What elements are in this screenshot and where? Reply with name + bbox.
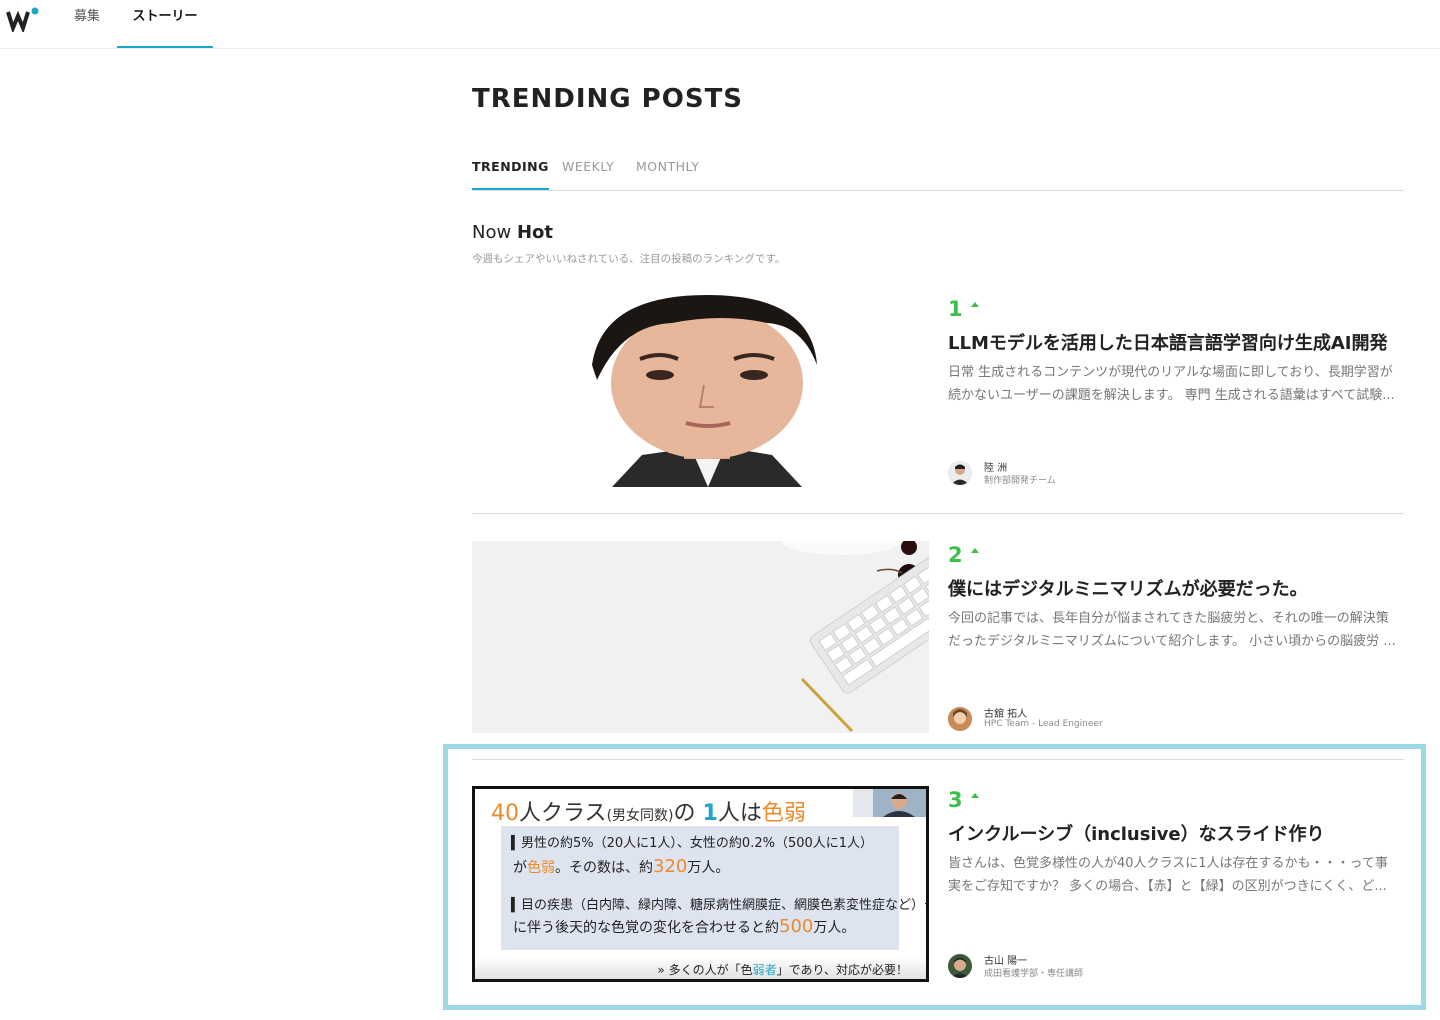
slide-l4b: 500: [779, 916, 814, 937]
post-title[interactable]: インクルーシブ（inclusive）なスライド作り: [948, 820, 1406, 846]
post-divider: [472, 513, 1404, 514]
post-title[interactable]: 僕にはデジタルミニマリズムが必要だった。: [948, 575, 1406, 601]
slide-l4c: 万人。: [813, 920, 856, 936]
excerpt-line: 続かないユーザーの課題を解決します。 専門 生成される語彙はすべて試験...: [948, 388, 1395, 403]
post-excerpt: 日常 生成されるコンテンツが現代のリアルな場面に即しており、長期学習が 続かない…: [948, 361, 1406, 407]
triangle-up-icon: [970, 301, 979, 307]
slide-foot-c: 」であり、対応が必要！: [776, 963, 908, 977]
slide-head-num: 40: [491, 801, 519, 826]
slide-head-one: 1: [702, 801, 718, 826]
section-title-prefix: Now: [472, 222, 512, 243]
post-card-2[interactable]: 2 僕にはデジタルミニマリズムが必要だった。 今回の記事では、長年自分が悩まされ…: [472, 541, 1404, 733]
slide-image: 40人クラス(男女同数)の 1人は色弱 ▍男性の約5%（20人に1人）、女性の約…: [472, 786, 929, 982]
rank-number: 3: [948, 788, 979, 812]
slide-l2c: 。その数は、約: [555, 860, 653, 876]
post-card-1[interactable]: 1 LLMモデルを活用した日本語言語学習向け生成AI開発 日常 生成されるコンテ…: [472, 295, 1404, 487]
slide-head-a: 人クラス: [519, 801, 607, 826]
tab-weekly[interactable]: WEEKLY: [562, 150, 614, 190]
tab-monthly[interactable]: MONTHLY: [636, 150, 699, 190]
slide-l2d: 320: [653, 856, 688, 877]
post-excerpt: 今回の記事では、長年自分が悩まされてきた脳疲労と、それの唯一の解決策 だったデジ…: [948, 607, 1406, 653]
post-thumbnail[interactable]: 40人クラス(男女同数)の 1人は色弱 ▍男性の約5%（20人に1人）、女性の約…: [472, 786, 929, 982]
slide-line-2: が色弱。その数は、約320万人。: [513, 856, 729, 877]
slide-line-4: に伴う後天的な色覚の変化を合わせると約500万人。: [513, 916, 855, 937]
author-name: 古山 陽一: [984, 956, 1028, 967]
post-divider: [472, 759, 1404, 760]
slide-head-b: (男女同数): [606, 808, 674, 824]
rank-value: 2: [948, 543, 963, 567]
desk-keyboard-photo: [472, 541, 929, 733]
slide-content-box: ▍男性の約5%（20人に1人）、女性の約0.2%（500人に1人） が色弱。その…: [501, 826, 926, 950]
slide-footer: » 多くの人が「色弱者」であり、対応が必要！: [657, 961, 908, 978]
portrait-photo: [472, 295, 929, 487]
author-name: 古舘 拓人: [984, 709, 1028, 720]
slide-foot-a: » 多くの人が「色: [657, 963, 753, 977]
post-card-3[interactable]: 40人クラス(男女同数)の 1人は色弱 ▍男性の約5%（20人に1人）、女性の約…: [472, 786, 1404, 982]
slide-head-c: の: [673, 801, 696, 826]
post-thumbnail[interactable]: [472, 541, 929, 733]
rank-value: 1: [948, 297, 963, 321]
post-excerpt: 皆さんは、色覚多様性の人が40人クラスに1人は存在するかも・・・って事 実をご存…: [948, 852, 1406, 898]
slide-head-e: 色弱: [761, 801, 806, 826]
slide-foot-b: 弱者: [752, 963, 777, 977]
nav-story[interactable]: ストーリー: [117, 0, 213, 48]
triangle-up-icon: [970, 792, 979, 798]
ranking-tabs: TRENDING WEEKLY MONTHLY: [472, 150, 1404, 191]
slide-head-d: 人は: [717, 801, 762, 826]
nav-recruit[interactable]: 募集: [74, 0, 100, 48]
avatar: [948, 461, 972, 485]
rank-number: 1: [948, 297, 979, 321]
author-role: 成田看護学部・専任講師: [984, 969, 1084, 979]
rank-value: 3: [948, 788, 963, 812]
excerpt-line: 日常 生成されるコンテンツが現代のリアルな場面に即しており、長期学習が: [948, 365, 1393, 380]
wantedly-logo-icon[interactable]: [6, 6, 40, 32]
post-title[interactable]: LLMモデルを活用した日本語言語学習向け生成AI開発: [948, 329, 1406, 355]
excerpt-line: だったデジタルミニマリズムについて紹介します。 小さい頃からの脳疲労 ...: [948, 634, 1396, 649]
triangle-up-icon: [970, 547, 979, 553]
speaker-camera-thumbnail: [853, 789, 926, 817]
excerpt-line: 今回の記事では、長年自分が悩まされてきた脳疲労と、それの唯一の解決策: [948, 611, 1389, 626]
avatar: [948, 707, 972, 731]
rank-number: 2: [948, 543, 979, 567]
post-thumbnail[interactable]: [472, 295, 929, 487]
section-subtitle: 今週もシェアやいいねされている、注目の投稿のランキングです。: [472, 253, 786, 265]
slide-l4a: に伴う後天的な色覚の変化を合わせると約: [513, 920, 779, 936]
slide-line-3: ▍目の疾患（白内障、緑内障、糖尿病性網膜症、網膜色素変性症など）や加齢: [511, 898, 929, 913]
author-role: 制作部開発チーム: [984, 476, 1056, 486]
tab-trending[interactable]: TRENDING: [472, 150, 549, 190]
excerpt-line: 実をご存知ですか？ 多くの場合、【赤】と【緑】の区別がつきにくく、ど...: [948, 879, 1387, 894]
author-role: HPC Team - Lead Engineer: [984, 719, 1103, 729]
author-name: 陸 洲: [984, 463, 1008, 474]
page-title: TRENDING POSTS: [472, 84, 744, 114]
top-header: 募集 ストーリー: [0, 0, 1440, 49]
slide-l2e: 万人。: [687, 860, 730, 876]
excerpt-line: 皆さんは、色覚多様性の人が40人クラスに1人は存在するかも・・・って事: [948, 856, 1388, 871]
section-title: Now Hot: [472, 222, 553, 243]
section-title-bold: Hot: [516, 222, 553, 243]
slide-l2a: が: [513, 860, 527, 876]
slide-heading: 40人クラス(男女同数)の 1人は色弱: [491, 795, 806, 827]
avatar: [948, 954, 972, 978]
slide-l2b: 色弱: [527, 860, 555, 876]
slide-line-1: ▍男性の約5%（20人に1人）、女性の約0.2%（500人に1人）: [511, 836, 874, 851]
